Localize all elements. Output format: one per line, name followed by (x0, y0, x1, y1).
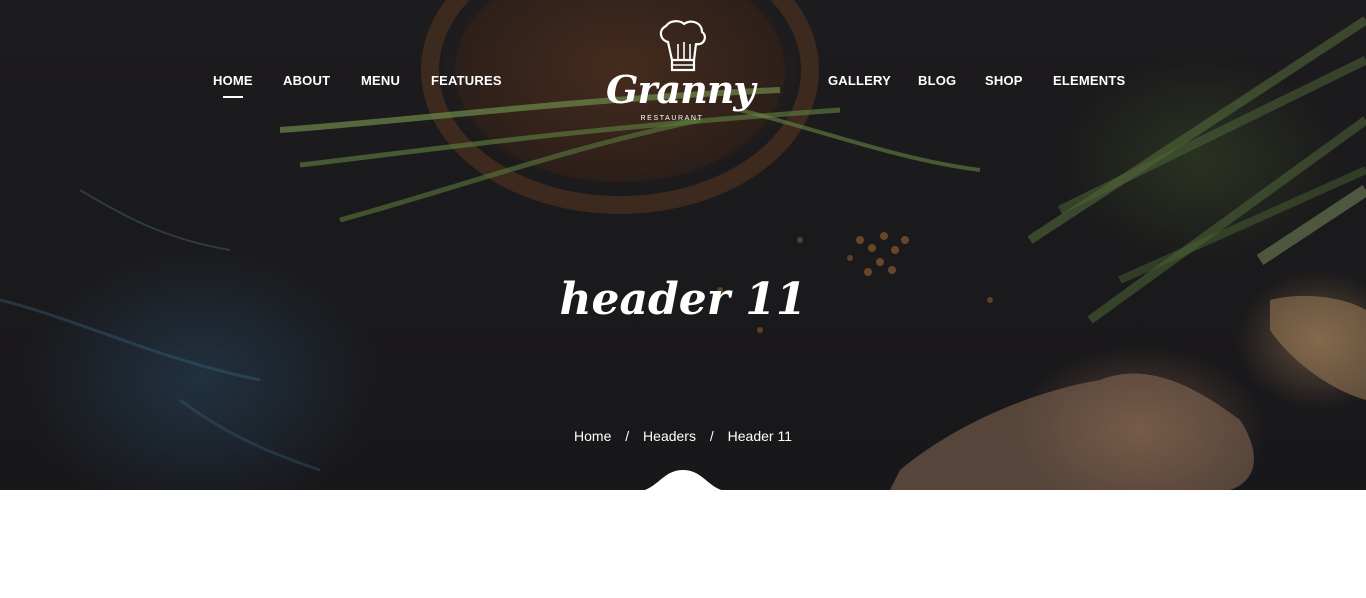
nav-item-about[interactable]: ABOUT (283, 73, 330, 89)
page-content (0, 490, 1366, 598)
logo-text: Granny (606, 67, 755, 112)
nav-item-gallery[interactable]: GALLERY (828, 73, 891, 89)
breadcrumb-headers[interactable]: Headers (643, 428, 696, 444)
nav-item-shop[interactable]: SHOP (985, 73, 1023, 89)
nav-item-elements[interactable]: ELEMENTS (1053, 73, 1125, 89)
breadcrumb-separator: / (709, 428, 714, 444)
breadcrumb-separator: / (625, 428, 630, 444)
site-logo[interactable]: Granny RESTAURANT (606, 20, 755, 130)
nav-item-blog[interactable]: BLOG (918, 73, 956, 89)
logo-subtitle: RESTAURANT (640, 115, 704, 122)
hero-wave-divider (644, 470, 722, 490)
main-navigation: HOME ABOUT MENU FEATURES GALLERY BLOG SH… (0, 0, 1366, 140)
chef-hat-icon (659, 20, 706, 72)
breadcrumb-current: Header 11 (727, 428, 792, 444)
breadcrumb-home[interactable]: Home (574, 428, 611, 444)
nav-item-home[interactable]: HOME (213, 73, 253, 98)
page-title: header 11 (559, 274, 807, 325)
hero-banner: HOME ABOUT MENU FEATURES GALLERY BLOG SH… (0, 0, 1366, 490)
nav-item-menu[interactable]: MENU (361, 73, 400, 89)
nav-item-features[interactable]: FEATURES (431, 73, 502, 89)
breadcrumb: Home / Headers / Header 11 (0, 427, 1366, 445)
